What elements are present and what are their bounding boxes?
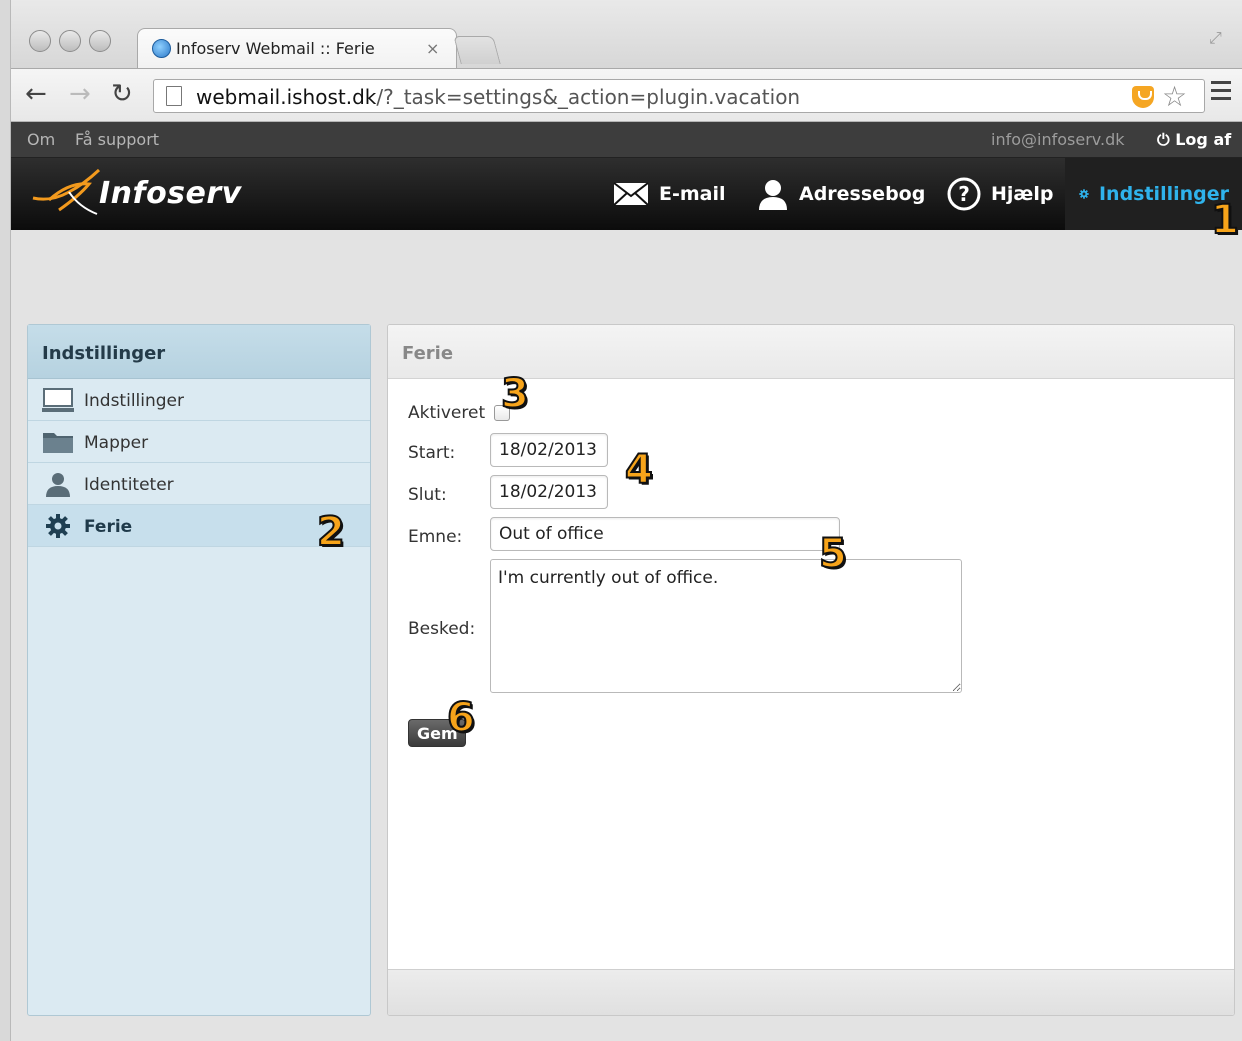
support-link[interactable]: Få support (75, 130, 159, 149)
logout-link[interactable]: ⏻ Log af (1157, 130, 1231, 150)
end-label: Slut: (408, 485, 447, 505)
logout-label: Log af (1175, 130, 1232, 149)
subject-label: Emne: (408, 527, 463, 547)
svg-text:?: ? (958, 182, 970, 206)
reload-icon[interactable]: ↻ (111, 79, 133, 109)
gear-icon (1079, 189, 1089, 199)
sidebar-item-identities[interactable]: Identiteter (28, 463, 370, 505)
annotation-marker-5: 5 (818, 531, 848, 577)
about-link[interactable]: Om (27, 130, 55, 149)
help-icon: ? (947, 177, 981, 211)
person-icon (759, 180, 787, 210)
annotation-marker-2: 2 (316, 509, 346, 555)
folder-icon (43, 433, 73, 453)
window-close-button[interactable] (29, 30, 51, 52)
vacation-panel: Ferie Aktiveret Start: Slut: Emne: Beske… (387, 324, 1235, 1016)
sidebar-title: Indstillinger (28, 325, 370, 379)
annotation-marker-4: 4 (624, 447, 654, 493)
new-tab-button[interactable] (453, 36, 501, 64)
address-bar[interactable]: webmail.ishost.dk/?_task=settings&_actio… (153, 79, 1205, 113)
tab-title: Infoserv Webmail :: Ferie (176, 39, 375, 58)
nav-help[interactable]: ? Hjælp (947, 158, 1053, 230)
monitor-icon (42, 388, 74, 412)
sidebar-item-label: Ferie (84, 517, 133, 537)
message-label: Besked: (408, 619, 476, 639)
enabled-label: Aktiveret (408, 403, 486, 423)
start-date-input[interactable] (490, 433, 608, 467)
browser-window: Infoserv Webmail :: Ferie × ⤢ ← → ↻ webm… (10, 0, 1242, 1041)
message-textarea[interactable]: I'm currently out of office. (490, 559, 962, 693)
person-icon (46, 473, 70, 497)
browser-tab-active[interactable]: Infoserv Webmail :: Ferie × (137, 28, 457, 68)
nav-addressbook-label: Adressebog (799, 183, 926, 205)
start-label: Start: (408, 443, 456, 463)
window-zoom-button[interactable] (89, 30, 111, 52)
page-icon (166, 86, 182, 106)
extension-icon[interactable] (1132, 86, 1154, 108)
webmail-topline: Om Få support info@infoserv.dk ⏻ Log af (11, 122, 1242, 158)
power-icon: ⏻ (1157, 130, 1170, 149)
sidebar-item-label: Mapper (84, 433, 149, 453)
nav-addressbook[interactable]: Adressebog (757, 158, 925, 230)
browser-toolbar: ← → ↻ webmail.ishost.dk/?_task=settings&… (11, 68, 1242, 122)
nav-help-label: Hjælp (991, 183, 1054, 205)
user-email: info@infoserv.dk (991, 130, 1125, 149)
url-text: webmail.ishost.dk/?_task=settings&_actio… (196, 85, 801, 109)
logo-text[interactable]: Infoserv (99, 176, 242, 211)
subject-input[interactable] (490, 517, 840, 551)
browser-menu-icon[interactable] (1211, 81, 1231, 105)
forward-icon[interactable]: → (69, 79, 91, 109)
sidebar-item-label: Indstillinger (84, 391, 185, 411)
gear-icon (46, 514, 70, 538)
panel-footer (388, 969, 1234, 1015)
sidebar-item-label: Identiteter (84, 475, 174, 495)
annotation-marker-6: 6 (446, 695, 476, 741)
fullscreen-icon[interactable]: ⤢ (1209, 28, 1222, 48)
settings-sidebar: Indstillinger Indstillinger Mapper Ident… (27, 324, 371, 1016)
annotation-marker-1: 1 (1210, 197, 1240, 243)
nav-email[interactable]: E-mail (613, 158, 726, 230)
nav-email-label: E-mail (659, 183, 726, 205)
window-minimize-button[interactable] (59, 30, 81, 52)
bookmark-star-icon[interactable]: ☆ (1162, 80, 1187, 113)
end-date-input[interactable] (490, 475, 608, 509)
site-favicon-icon (152, 39, 171, 58)
webmail-header: Infoserv E-mail Adressebog ? Hjælp Indst… (11, 158, 1242, 230)
back-icon[interactable]: ← (25, 79, 47, 109)
tab-close-icon[interactable]: × (426, 39, 439, 58)
nav-settings-label: Indstillinger (1098, 183, 1229, 205)
sidebar-item-preferences[interactable]: Indstillinger (28, 379, 370, 421)
envelope-icon (613, 182, 649, 206)
browser-titlebar: Infoserv Webmail :: Ferie × ⤢ (11, 0, 1242, 72)
annotation-marker-3: 3 (500, 371, 530, 417)
sidebar-item-folders[interactable]: Mapper (28, 421, 370, 463)
